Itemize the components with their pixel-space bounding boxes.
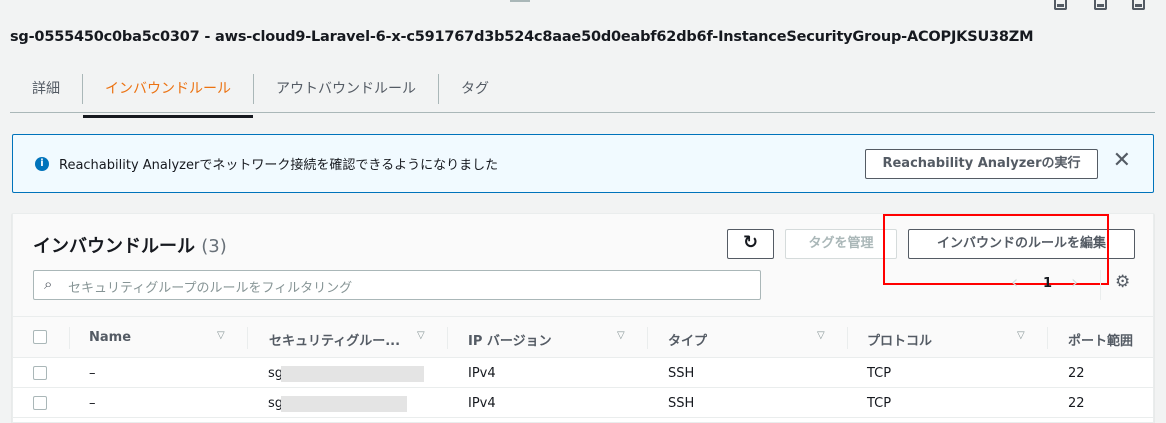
info-banner: i Reachability Analyzerでネットワーク接続を確認できるよう… [12,134,1154,193]
column-header-security-group[interactable]: セキュリティグルー... [269,330,400,349]
banner-text: Reachability Analyzerでネットワーク接続を確認できるようにな… [59,158,499,173]
column-header-protocol[interactable]: プロトコル [867,330,932,349]
cell-type: SSH [668,366,695,381]
column-header-port-range[interactable]: ポート範囲 [1068,330,1133,349]
column-separator [69,327,70,349]
tab-outbound-rules[interactable]: アウトバウンドルール [253,74,438,104]
table-row[interactable]: – sg IPv4 SSH TCP 22 [13,358,1153,388]
drag-handle[interactable] [510,0,530,2]
redacted-block [281,366,424,382]
prev-page-icon[interactable]: ‹ [1011,272,1018,293]
sort-icon[interactable]: ▽ [1017,330,1025,341]
cell-type: SSH [668,396,695,411]
page-title: sg-0555450c0ba5c0307 - aws-cloud9-Larave… [10,29,1034,45]
row-checkbox[interactable] [33,396,47,410]
filter-placeholder: セキュリティグループのルールをフィルタリング [68,281,353,296]
tab-bar: 詳細 インバウンドルール アウトバウンドルール タグ [10,66,511,118]
column-header-type[interactable]: タイプ [668,330,707,349]
sort-icon[interactable]: ▽ [417,330,425,341]
sort-icon[interactable]: ▽ [217,330,225,341]
column-header-name[interactable]: Name [89,330,131,345]
inbound-rules-panel: インバウンドルール (3) ↻ タグを管理 インバウンドのルールを編集 ⌕ セキ… [12,213,1154,423]
refresh-button[interactable]: ↻ [727,229,774,259]
table-row[interactable]: – sg IPv4 SSH TCP 22 [13,388,1153,418]
refresh-icon: ↻ [742,232,759,253]
column-header-ip-version[interactable]: IP バージョン [468,330,552,349]
panel-layout-icon[interactable] [1054,0,1067,10]
redacted-block [281,396,407,412]
tab-inbound-rules[interactable]: インバウンドルール [82,74,253,118]
cell-name: – [89,396,96,411]
panel-title: インバウンドルール (3) [33,232,227,258]
rule-count: (3) [201,236,227,257]
cell-port-range: 22 [1068,366,1085,381]
panel-title-text: インバウンドルール [33,236,195,257]
divider [1100,270,1101,300]
info-icon: i [35,157,49,171]
cell-name: – [89,366,96,381]
column-separator [847,327,848,349]
column-separator [647,327,648,349]
select-all-checkbox[interactable] [33,330,47,344]
column-separator [247,327,248,349]
sort-icon[interactable]: ▽ [817,330,825,341]
panel-header: インバウンドルール (3) ↻ タグを管理 インバウンドのルールを編集 ⌕ セキ… [13,214,1153,316]
next-page-icon[interactable]: › [1071,272,1078,293]
manage-tags-button[interactable]: タグを管理 [785,229,897,259]
tab-details[interactable]: 詳細 [10,74,82,104]
page-number[interactable]: 1 [1043,276,1052,291]
panel-layout-icon[interactable] [1094,0,1107,10]
close-icon[interactable]: ✕ [1113,148,1131,173]
panel-layout-icon[interactable] [1132,0,1145,10]
filter-input[interactable]: ⌕ セキュリティグループのルールをフィルタリング [33,270,761,300]
cell-port-range: 22 [1068,396,1085,411]
cell-protocol: TCP [867,396,892,411]
tab-tags[interactable]: タグ [438,74,511,104]
settings-gear-icon[interactable]: ⚙ [1115,272,1130,292]
cell-ip-version: IPv4 [468,396,496,411]
divider [10,112,1155,113]
cell-ip-version: IPv4 [468,366,496,381]
column-separator [447,327,448,349]
search-icon: ⌕ [44,275,53,293]
column-separator [1047,327,1048,349]
row-checkbox[interactable] [33,366,47,380]
cell-protocol: TCP [867,366,892,381]
run-reachability-analyzer-button[interactable]: Reachability Analyzerの実行 [865,149,1098,179]
sort-icon[interactable]: ▽ [617,330,625,341]
table-header: Name ▽ セキュリティグルー... ▽ IP バージョン ▽ タイプ ▽ プ… [13,316,1153,358]
